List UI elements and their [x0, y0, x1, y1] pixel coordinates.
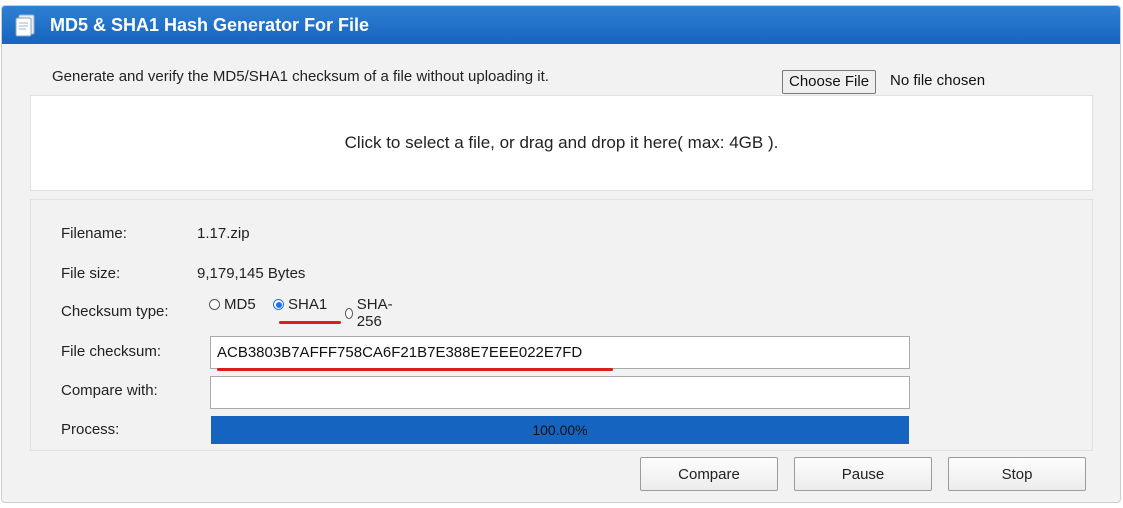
radio-sha1[interactable]: SHA1: [273, 296, 327, 313]
radio-md5[interactable]: MD5: [209, 296, 256, 313]
filename-value: 1.17.zip: [197, 225, 250, 242]
progress-percent-text: 100.00%: [532, 422, 588, 438]
sha1-red-underline: [279, 321, 341, 324]
checksum-type-label: Checksum type:: [61, 303, 169, 320]
file-checksum-label: File checksum:: [61, 343, 162, 360]
file-info-section: Filename: 1.17.zip File size: 9,179,145 …: [30, 199, 1093, 451]
radio-sha1-label: SHA1: [288, 296, 328, 313]
file-checksum-field[interactable]: [210, 336, 910, 369]
intro-text: Generate and verify the MD5/SHA1 checksu…: [52, 68, 549, 85]
radio-sha256-label: SHA-256: [356, 296, 393, 330]
document-icon: [14, 13, 38, 37]
window-title: MD5 & SHA1 Hash Generator For File: [50, 15, 370, 35]
stop-button[interactable]: Stop: [948, 457, 1086, 491]
checksum-red-underline: [217, 368, 613, 371]
filename-label: Filename:: [61, 225, 127, 242]
no-file-chosen-text: No file chosen: [890, 72, 986, 89]
radio-md5-label: MD5: [224, 296, 256, 313]
filesize-label: File size:: [61, 265, 121, 282]
pause-button[interactable]: Pause: [794, 457, 932, 491]
filesize-value: 9,179,145 Bytes: [197, 265, 306, 282]
radio-sha256-circle[interactable]: [345, 307, 353, 319]
hash-generator-panel: MD5 & SHA1 Hash Generator For File Gener…: [1, 5, 1121, 503]
drop-zone-text: Click to select a file, or drag and drop…: [344, 133, 779, 152]
radio-sha1-circle[interactable]: [273, 299, 284, 310]
process-label: Process:: [61, 421, 120, 438]
title-bar: MD5 & SHA1 Hash Generator For File: [2, 6, 1120, 44]
radio-md5-circle[interactable]: [209, 299, 220, 310]
choose-file-button[interactable]: Choose File: [782, 70, 877, 94]
compare-with-field[interactable]: [210, 376, 910, 409]
file-drop-zone[interactable]: Click to select a file, or drag and drop…: [30, 95, 1093, 191]
compare-button[interactable]: Compare: [640, 457, 778, 491]
radio-sha256[interactable]: SHA-256: [345, 296, 396, 330]
compare-with-label: Compare with:: [61, 382, 158, 399]
progress-bar: 100.00%: [211, 416, 909, 444]
